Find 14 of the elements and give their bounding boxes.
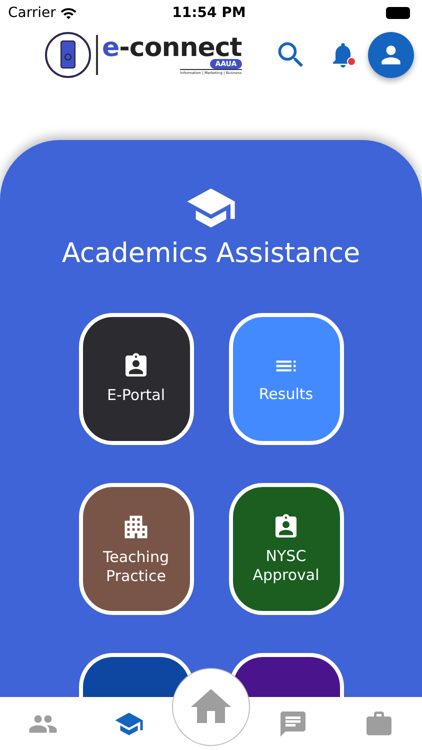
phone-logo-icon (44, 31, 92, 79)
logo-divider (96, 35, 98, 75)
carrier-label: Carrier (8, 5, 56, 21)
menu-tile[interactable]: E-Portal (78, 313, 194, 445)
clock-time: 11:54 PM (172, 5, 246, 21)
chat-icon (278, 708, 308, 738)
brand-name: e-connect (102, 35, 242, 61)
profile-button[interactable] (368, 32, 414, 78)
menu-tile[interactable]: Teaching Practice (78, 483, 194, 615)
menu-tile[interactable]: NYSC Approval (228, 483, 344, 615)
section-title: Academics Assistance (62, 238, 360, 269)
menu-tile[interactable] (78, 653, 194, 697)
battery-icon (386, 7, 410, 19)
briefcase-icon (364, 708, 394, 738)
